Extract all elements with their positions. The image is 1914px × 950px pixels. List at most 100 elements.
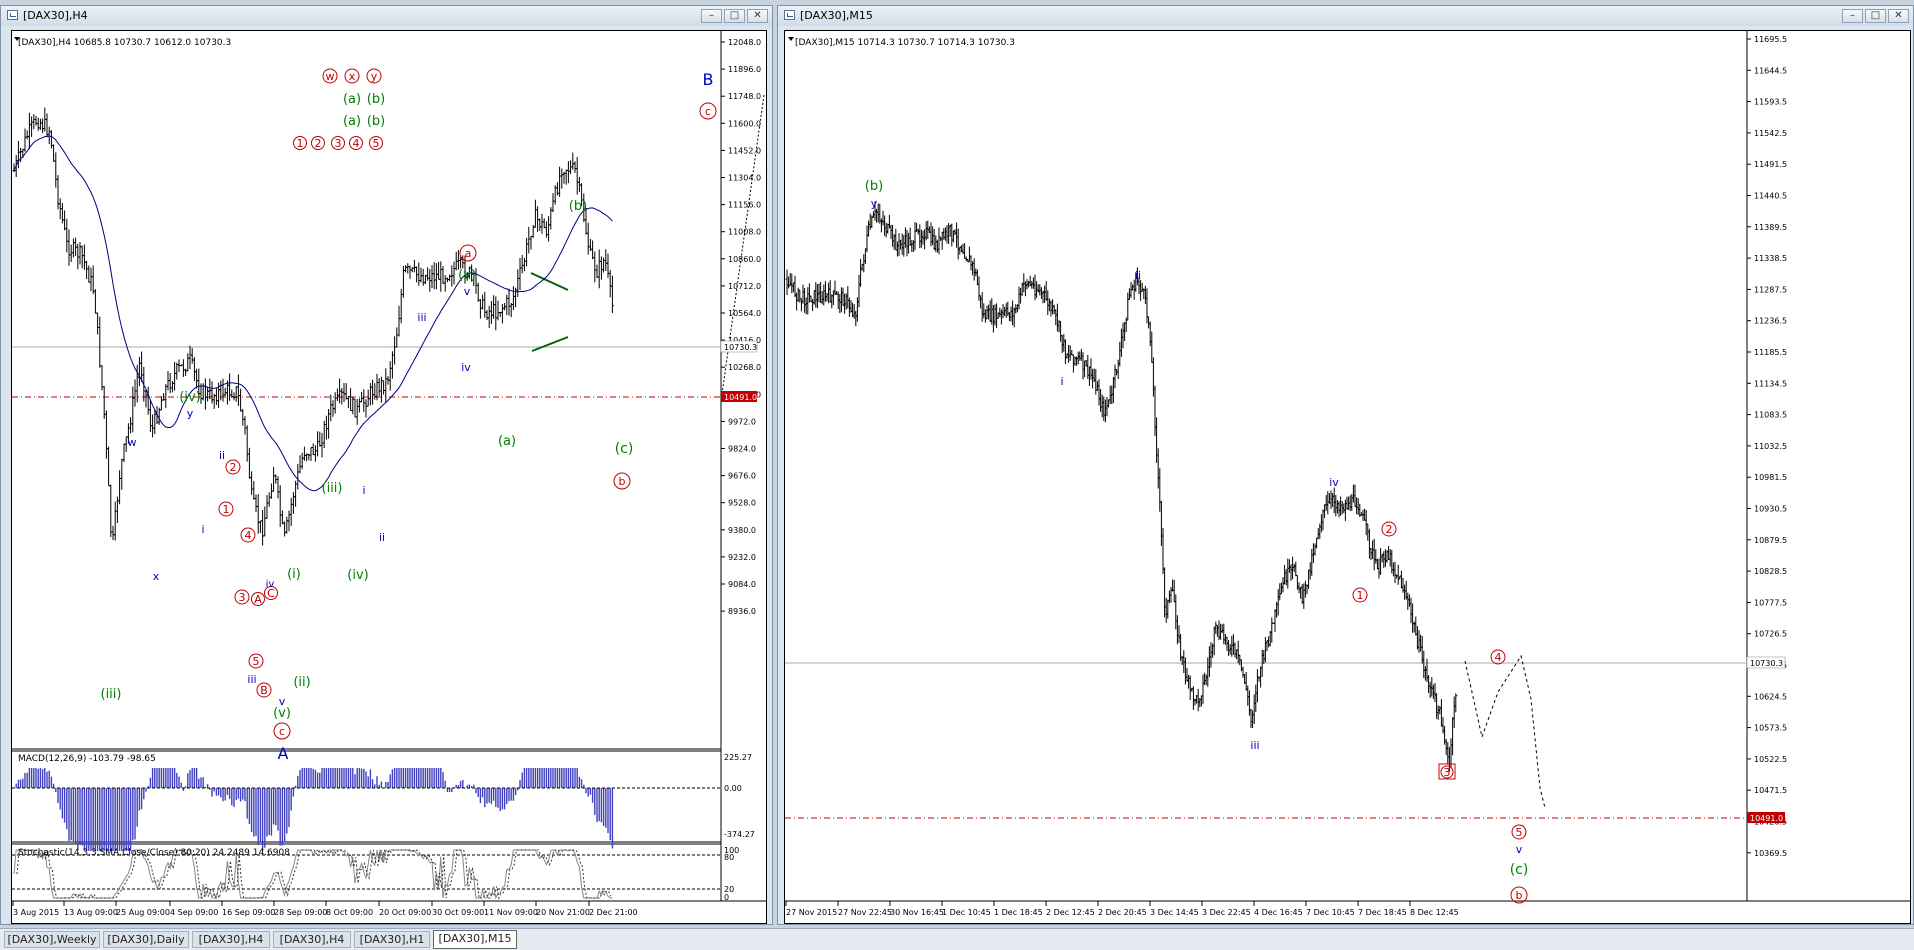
- price-label: 11287.5: [1754, 285, 1787, 294]
- minimize-button[interactable]: –: [1842, 9, 1863, 23]
- price-label: 9676.0: [728, 472, 756, 481]
- m15-current-price-badge: 10730.3: [1750, 659, 1783, 668]
- chart-tab-bar: [DAX30],Weekly [DAX30],Daily [DAX30],H4 …: [0, 928, 1914, 950]
- wave-2-circle: 2: [1386, 523, 1393, 536]
- price-label: 10981.5: [1754, 473, 1787, 482]
- time-label: 25 Aug 09:00: [116, 908, 170, 917]
- wave-b-circle: b: [1516, 889, 1523, 902]
- price-label: 11695.5: [1754, 35, 1787, 44]
- price-label: 11491.5: [1754, 160, 1787, 169]
- wave-1-circle: 1: [223, 503, 230, 516]
- wave-iii-blue: iii: [1250, 739, 1259, 752]
- h4-chart-area[interactable]: 12048.0 11896.0 11748.0 11600.0 11452.0 11304…: [11, 30, 767, 924]
- legend-num-3: 3: [335, 137, 342, 150]
- wave-x-blue: x: [153, 570, 160, 583]
- price-label: 11008.0: [728, 228, 761, 237]
- tab-m15[interactable]: [DAX30],M15: [433, 930, 517, 949]
- price-label: 10860.0: [728, 255, 761, 264]
- wave-v-blue: v: [1516, 843, 1523, 856]
- chart-window-icon: [784, 10, 795, 20]
- time-label: 1 Dec 18:45: [994, 908, 1043, 917]
- price-label: 10471.5: [1754, 786, 1787, 795]
- info-arrow-icon[interactable]: [788, 37, 794, 41]
- macd-level-bottom: -374.27: [724, 830, 755, 839]
- macd-label: MACD(12,26,9) -103.79 -98.65: [18, 754, 156, 764]
- minimize-button[interactable]: –: [701, 9, 722, 23]
- wave-B-label: B: [703, 70, 714, 89]
- time-label: 7 Dec 18:45: [1358, 908, 1407, 917]
- maximize-button[interactable]: □: [724, 9, 745, 23]
- price-label: 10369.5: [1754, 849, 1787, 858]
- price-label: 11083.5: [1754, 411, 1787, 420]
- price-label: 11452.0: [728, 146, 761, 155]
- h4-chart-svg[interactable]: 12048.011896.011748.011600.011452.011304…: [12, 31, 766, 923]
- price-label: 8936.0: [728, 607, 756, 616]
- wave-c-green: (c): [615, 441, 634, 457]
- wave-B-circle: B: [260, 684, 268, 697]
- wave-v-blue: v: [464, 285, 471, 298]
- wave-b-circle: b: [619, 475, 626, 488]
- m15-chart-area[interactable]: 11695.5 11644.5 11593.5 11542.5 11491.5 11440…: [784, 30, 1911, 924]
- wave-A-circle: A: [254, 593, 262, 606]
- tab-h1[interactable]: [DAX30],H1: [354, 931, 430, 948]
- price-label: 11236.5: [1754, 317, 1787, 326]
- stochastic-label: Stochastic(14,3,3,SMA,Close/Close) 80,20…: [18, 848, 290, 858]
- price-label: 11134.5: [1754, 379, 1787, 388]
- m15-price-axis: 11695.5 11644.5 11593.5 11542.5 11491.5 11440…: [1747, 35, 1787, 858]
- h4-current-price-badge: 10730.3: [724, 343, 757, 352]
- time-label: 3 Aug 2015: [13, 908, 59, 917]
- price-label: 11542.5: [1754, 129, 1787, 138]
- tab-h4[interactable]: [DAX30],H4: [192, 931, 270, 948]
- wave-2-circle: 2: [230, 461, 237, 474]
- wave-ii-blue: ii: [1135, 269, 1141, 282]
- wave-iii-green: (iii): [101, 687, 122, 702]
- price-label: 10726.5: [1754, 630, 1787, 639]
- price-label: 10828.5: [1754, 567, 1787, 576]
- wave-ii-green: (ii): [293, 675, 310, 690]
- maximize-button[interactable]: □: [1865, 9, 1886, 23]
- m15-titlebar[interactable]: [DAX30],M15 – □ ✕: [778, 6, 1913, 26]
- h4-chart-window: [DAX30],H4 – □ ✕ 12048.0 11896.0 11748.0…: [0, 5, 773, 925]
- close-button[interactable]: ✕: [747, 9, 768, 23]
- price-label: 10777.5: [1754, 598, 1787, 607]
- legend-num-1: 1: [297, 137, 304, 150]
- wave-iii-blue: iii: [417, 311, 426, 324]
- h4-titlebar[interactable]: [DAX30],H4 – □ ✕: [1, 6, 772, 26]
- legend-x: x: [349, 70, 356, 83]
- tab-weekly[interactable]: [DAX30],Weekly: [4, 931, 100, 948]
- time-label: 20 Nov 21:00: [536, 908, 590, 917]
- h4-info-line: [DAX30],H4 10685.8 10730.7 10612.0 10730…: [18, 38, 231, 48]
- tab-daily[interactable]: [DAX30],Daily: [103, 931, 189, 948]
- wave-i-blue-2: i: [362, 484, 365, 497]
- time-label: 16 Sep 09:00: [222, 908, 275, 917]
- wave-3-circle: 3: [239, 591, 246, 604]
- price-label: 9824.0: [728, 445, 756, 454]
- time-label: 11 Nov 09:00: [484, 908, 538, 917]
- close-button[interactable]: ✕: [1888, 9, 1909, 23]
- time-label: 7 Dec 10:45: [1306, 908, 1355, 917]
- price-label: 11389.5: [1754, 223, 1787, 232]
- price-label: 11304.0: [728, 174, 761, 183]
- time-label: 3 Dec 22:45: [1202, 908, 1251, 917]
- macd-histogram: [15, 768, 614, 851]
- price-label: 11185.5: [1754, 348, 1787, 357]
- price-label: 10573.5: [1754, 724, 1787, 733]
- wave-v-green-2: (v): [273, 706, 291, 721]
- wave-y-blue: y: [187, 407, 194, 420]
- price-label: 10624.5: [1754, 692, 1787, 701]
- tab-h4-2[interactable]: [DAX30],H4: [273, 931, 351, 948]
- wave-4-circle: 4: [245, 529, 252, 542]
- chart-window-icon: [7, 10, 18, 20]
- legend-a2: (a): [343, 114, 361, 129]
- price-label: 10930.5: [1754, 505, 1787, 514]
- time-label: 3 Dec 14:45: [1150, 908, 1199, 917]
- price-label: 11896.0: [728, 65, 761, 74]
- wave-iv-blue-2: iv: [266, 579, 275, 590]
- m15-support-price-badge: 10491.0: [1750, 814, 1783, 823]
- m15-chart-window: [DAX30],M15 – □ ✕ 11695.5 11644.5 11593.5 115…: [777, 5, 1914, 925]
- m15-chart-svg[interactable]: 11695.5 11644.5 11593.5 11542.5 11491.5 11440…: [785, 31, 1910, 923]
- time-label: 2 Dec 20:45: [1098, 908, 1147, 917]
- wave-1-circle: 1: [1357, 589, 1364, 602]
- h4-moving-average: [13, 135, 613, 492]
- m15-info-line: [DAX30],M15 10714.3 10730.7 10714.3 1073…: [795, 38, 1015, 48]
